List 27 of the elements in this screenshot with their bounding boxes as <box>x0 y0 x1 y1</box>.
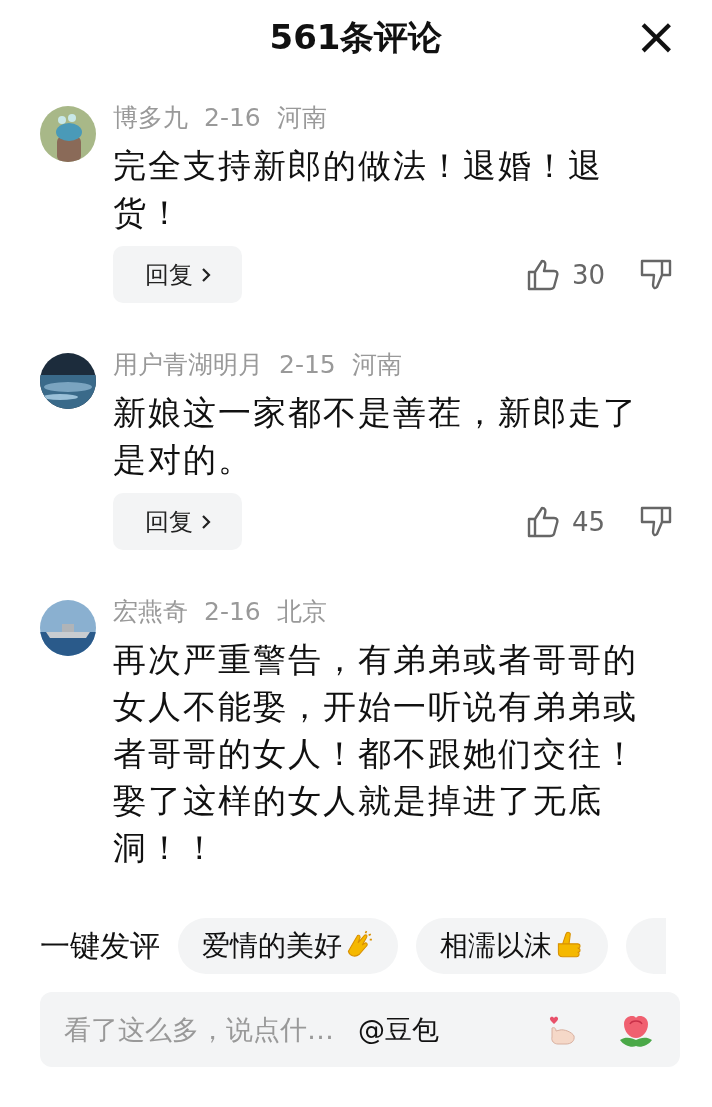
comment-date: 2-16 <box>204 102 261 134</box>
quick-comment-chip[interactable]: 相濡以沫 <box>416 918 608 974</box>
like-count: 30 <box>571 259 605 290</box>
comment-input[interactable]: 看了这么多，说点什… @豆包 <box>40 992 680 1067</box>
like-icon[interactable] <box>525 504 560 539</box>
comment-location: 河南 <box>351 349 402 381</box>
title: 561条评论 <box>269 16 443 59</box>
comment-text: 新娘这一家都不是善茬，新郎走了是对的。 <box>113 392 639 481</box>
quick-comment-label: 一键发评 <box>40 926 160 965</box>
reply-button[interactable]: 回复 <box>113 246 242 303</box>
comment-text: 再次严重警告，有弟弟或者哥哥的女人不能娶，开始一听说有弟弟或者哥哥的女人！都不跟她们交往！娶了这样的女人就是掉进了无底洞！！ <box>113 639 639 869</box>
like-icon[interactable] <box>525 257 560 292</box>
chevron-icon <box>200 266 211 283</box>
chevron-icon <box>200 513 211 530</box>
mention-button[interactable]: @豆包 <box>358 1011 439 1048</box>
comment-date: 2-16 <box>204 596 261 628</box>
reply-button[interactable]: 回复 <box>113 493 242 550</box>
comment-text: 完全支持新郎的做法！退婚！退货！ <box>113 145 604 234</box>
dislike-icon[interactable] <box>639 257 673 292</box>
comment-location: 河南 <box>276 102 327 134</box>
comment-placeholder: 看了这么多，说点什… <box>64 1012 334 1047</box>
comment-date: 2-15 <box>279 349 336 381</box>
quick-comment-chip[interactable]: 爱情的美好 <box>178 918 398 974</box>
comment-location: 北京 <box>276 596 327 628</box>
close-button[interactable]: × <box>630 10 682 62</box>
like-count: 45 <box>571 506 605 537</box>
dislike-icon[interactable] <box>639 504 673 539</box>
